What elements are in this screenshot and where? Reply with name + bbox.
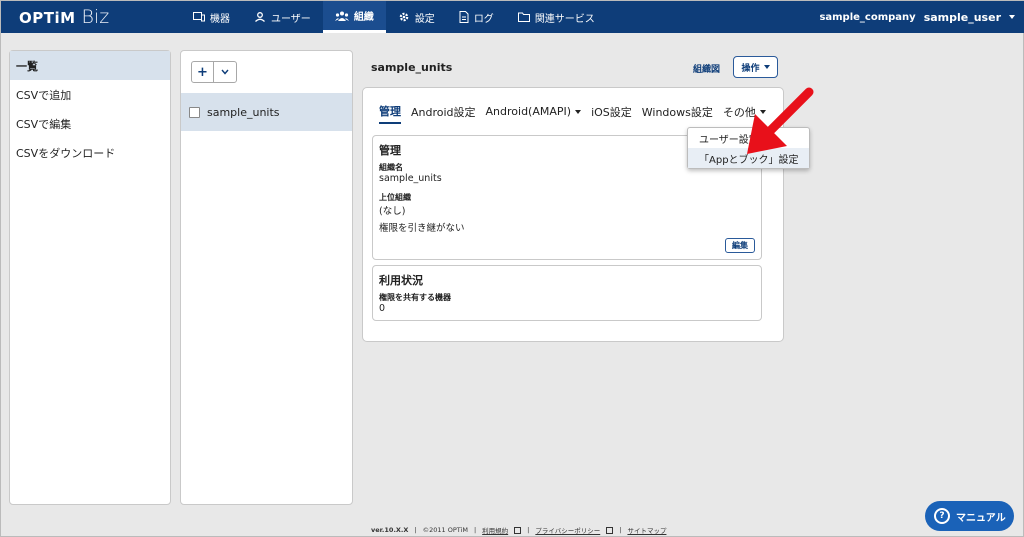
- sidebar-item-label: CSVで編集: [16, 117, 72, 131]
- divider: |: [473, 526, 477, 534]
- tab-label: 管理: [379, 104, 401, 118]
- question-icon: ?: [934, 508, 950, 524]
- manual-button[interactable]: ? マニュアル: [925, 501, 1014, 531]
- nav-devices[interactable]: 機器: [181, 1, 242, 33]
- section-title: 管理: [379, 144, 401, 157]
- nav-users[interactable]: ユーザー: [242, 1, 323, 33]
- parent-org-label: 上位組織: [379, 193, 411, 202]
- list-item[interactable]: sample_units: [181, 93, 352, 131]
- divider: |: [619, 526, 622, 534]
- parent-org-value: (なし): [379, 206, 406, 217]
- tab-android[interactable]: Android設定: [411, 104, 476, 123]
- nav-organization[interactable]: 組織: [322, 1, 386, 33]
- list-item-label: sample_units: [207, 105, 280, 119]
- nav-settings[interactable]: 設定: [386, 1, 447, 33]
- sitemap-link[interactable]: サイトマップ: [627, 525, 666, 535]
- usage-section: 利用状況 権限を共有する機器 0: [372, 265, 762, 321]
- folder-icon: [517, 12, 530, 22]
- log-icon: [459, 11, 469, 23]
- terms-link[interactable]: 利用規約: [482, 525, 508, 535]
- page-title: sample_units: [371, 61, 453, 74]
- chevron-down-icon: [221, 69, 229, 75]
- nav-related-services-label: 関連サービス: [534, 13, 595, 25]
- nav-organization-label: 組織: [353, 12, 374, 23]
- chevron-down-icon: [1009, 15, 1015, 19]
- org-chart-link[interactable]: 組織図: [693, 62, 720, 75]
- tab-label: Android(AMAPI): [485, 105, 572, 118]
- shared-devices-label: 権限を共有する機器: [379, 293, 451, 302]
- sidebar-item-label: CSVをダウンロード: [16, 146, 116, 160]
- add-button[interactable]: +: [192, 62, 214, 82]
- red-arrow-annotation: [747, 87, 814, 154]
- divider: |: [414, 526, 417, 534]
- shared-devices-value: 0: [379, 303, 386, 314]
- sidebar-item-label: 一覧: [16, 59, 38, 73]
- main-nav: 機器 ユーザー 組織 設定 ログ 関連サービス: [181, 1, 607, 33]
- tab-label: Android設定: [411, 105, 476, 119]
- operation-label: 操作: [741, 63, 760, 74]
- edit-button[interactable]: 編集: [725, 238, 755, 253]
- org-name-label: 組織名: [379, 163, 403, 172]
- nav-settings-label: 設定: [414, 13, 435, 25]
- inherit-permission-text: 権限を引き継がない: [379, 223, 465, 234]
- sidebar-item-label: CSVで追加: [16, 88, 72, 102]
- sidebar-item-csv-download[interactable]: CSVをダウンロード: [10, 138, 170, 167]
- sidebar-item-csv-add[interactable]: CSVで追加: [10, 80, 170, 109]
- add-dropdown-button[interactable]: [214, 62, 236, 82]
- chevron-down-icon: [763, 65, 770, 69]
- row-checkbox[interactable]: [189, 106, 200, 118]
- user-menu[interactable]: sample_company sample_user: [819, 1, 1015, 33]
- organization-icon: [334, 11, 349, 21]
- user-icon: [255, 12, 265, 22]
- privacy-link[interactable]: プライバシーポリシー: [535, 525, 600, 535]
- external-link-icon: [606, 526, 614, 534]
- company-name: sample_company: [819, 11, 916, 23]
- chevron-down-icon: [575, 109, 582, 114]
- nav-logs[interactable]: ログ: [447, 1, 506, 33]
- section-title: 利用状況: [379, 274, 423, 287]
- logo-biz: Biz: [81, 6, 110, 28]
- tab-ios[interactable]: iOS設定: [591, 104, 632, 123]
- version-text: ver.10.X.X: [371, 526, 409, 534]
- organization-list-pane: + sample_units: [180, 50, 353, 505]
- user-name: sample_user: [923, 10, 1001, 24]
- nav-related-services[interactable]: 関連サービス: [506, 1, 607, 33]
- tab-label: iOS設定: [591, 105, 632, 119]
- nav-users-label: ユーザー: [271, 13, 311, 25]
- tab-android-amapi[interactable]: Android(AMAPI): [486, 105, 582, 121]
- nav-logs-label: ログ: [473, 13, 494, 25]
- nav-devices-label: 機器: [210, 13, 230, 25]
- operation-button[interactable]: 操作: [733, 56, 778, 78]
- optim-biz-logo[interactable]: OPTiM Biz: [19, 6, 109, 28]
- tab-label: Windows設定: [641, 105, 713, 119]
- device-icon: [193, 12, 205, 22]
- logo-optim: OPTiM: [19, 9, 76, 27]
- settings-tabs: 管理 Android設定 Android(AMAPI) iOS設定 Window…: [379, 103, 766, 124]
- tab-windows[interactable]: Windows設定: [642, 104, 713, 123]
- copyright-text: ©2011 OPTiM: [422, 526, 468, 534]
- divider: |: [527, 526, 530, 534]
- sidebar: 一覧 CSVで追加 CSVで編集 CSVをダウンロード: [9, 50, 171, 505]
- org-name-value: sample_units: [379, 173, 442, 184]
- tab-manage[interactable]: 管理: [379, 103, 401, 124]
- gear-icon: [399, 12, 409, 22]
- sidebar-item-list[interactable]: 一覧: [10, 51, 170, 80]
- sidebar-item-csv-edit[interactable]: CSVで編集: [10, 109, 170, 138]
- external-link-icon: [514, 526, 522, 534]
- add-split-button: +: [191, 61, 237, 83]
- footer: ver.10.X.X | ©2011 OPTiM | 利用規約 | プライバシー…: [371, 525, 666, 535]
- top-navbar: OPTiM Biz 機器 ユーザー 組織 設定 ログ 関連サービス sample…: [1, 1, 1024, 33]
- manual-label: マニュアル: [956, 512, 1006, 524]
